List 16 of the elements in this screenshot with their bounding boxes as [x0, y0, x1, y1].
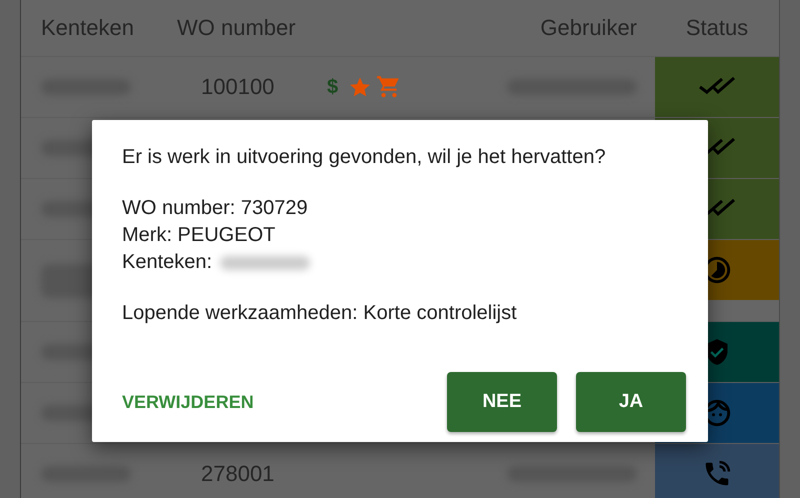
dialog-button[interactable]: NEE [447, 372, 557, 432]
table-cell-text: 100100 [200, 74, 274, 99]
dialog-message: Er is werk in uitvoering gevonden, wil je het hervatten? [122, 146, 607, 169]
table-cell-text: 278001 [200, 461, 274, 486]
detail-text: WO number: 730729 [122, 196, 308, 221]
delete-button[interactable]: VERWIJDEREN [122, 392, 254, 412]
detail-text: Merk: PEUGEOT [122, 223, 276, 248]
detail-text: Kenteken: [122, 250, 212, 275]
column-header: Kenteken [40, 15, 135, 41]
column-header: WO number [176, 15, 297, 41]
price-mark: $ [327, 76, 338, 98]
column-header: Gebruiker [539, 15, 638, 41]
activity-text: Lopende werkzaamheden: Korte controlelijst [122, 302, 518, 325]
column-header: Status [684, 15, 750, 41]
dialog-button[interactable]: JA [576, 372, 686, 432]
star-icon [348, 75, 372, 99]
